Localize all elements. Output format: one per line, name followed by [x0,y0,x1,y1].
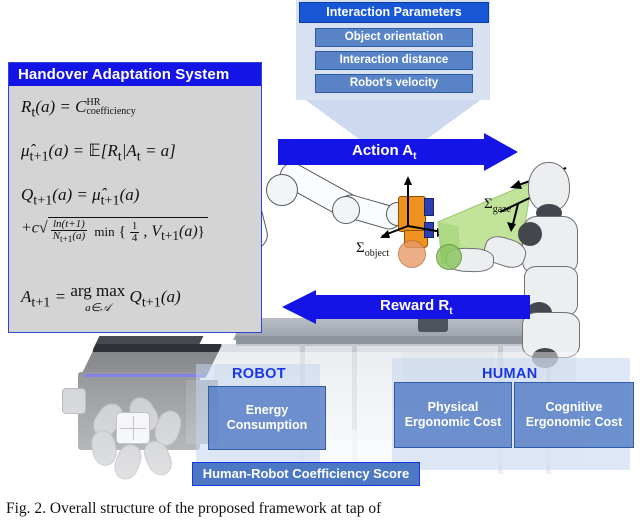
cost-box-physical-ergonomic[interactable]: Physical Ergonomic Cost [394,382,512,448]
cost-box-energy-consumption[interactable]: Energy Consumption [208,386,326,450]
sigma-object-label: Σobject [356,240,389,259]
cost-box-cognitive-line1: Cognitive [545,400,603,414]
action-label-text: Action A [352,142,414,159]
parameter-item-robot-velocity[interactable]: Robot's velocity [315,74,473,93]
handover-adaptation-panel: Handover Adaptation System Rt(a) = C HR c… [8,62,262,333]
human-shoulder-joint [518,222,542,246]
sigma-gaze-symbol: Σ [484,196,493,212]
cost-box-cognitive-ergonomic[interactable]: Cognitive Ergonomic Cost [514,382,634,448]
cost-box-energy-line1: Energy [245,403,289,417]
cost-box-physical-line2: Ergonomic Cost [404,415,502,429]
reward-arrow-label: Reward Rt [380,297,453,317]
equation-reward-definition: Rt(a) = C HR coefficiency [21,96,136,121]
reward-label-subscript: t [449,306,453,317]
human-group-label: HUMAN [482,366,538,382]
parameter-item-interaction-distance[interactable]: Interaction distance [315,51,473,70]
handover-panel-title: Handover Adaptation System [9,63,261,86]
equation-ucb-value-line1: Qt+1(a) = μ̂t+1(a) [21,185,140,209]
figure-root: Σobject Σgaze Interaction Parameters Obj… [0,0,640,522]
sigma-object-subscript: object [364,248,390,259]
sigma-object-symbol: Σ [356,240,365,256]
action-label-subscript: t [413,151,417,162]
figure-caption: Fig. 2. Overall structure of the propose… [6,500,382,517]
coefficiency-score-box[interactable]: Human-Robot Coefficiency Score [192,462,420,486]
equation-mean-estimate: μ̂t+1(a) = 𝔼[Rt|At = a] [21,141,176,165]
cost-box-energy-line2: Consumption [226,418,308,432]
robot-arm-joint-shoulder [266,174,298,206]
robot-group-label: ROBOT [232,366,286,382]
equation-ucb-value-line2: +c√ ln(t+1) Nt+1(a) min { 1 4 , Vt+1(a)} [21,217,208,245]
cost-box-cognitive-line2: Ergonomic Cost [525,415,623,429]
robot-arm-joint-elbow [332,196,360,224]
action-arrow-label: Action At [352,142,416,162]
interaction-parameters-title: Interaction Parameters [299,2,489,23]
human-hand [436,244,462,270]
reward-label-text: Reward R [380,297,450,314]
parameter-item-object-orientation[interactable]: Object orientation [315,28,473,47]
cost-box-physical-line1: Physical [427,400,479,414]
object-contact-marker [398,240,426,268]
equation-action-selection: At+1 = arg max a∈𝒜 Qt+1(a) [21,281,181,314]
